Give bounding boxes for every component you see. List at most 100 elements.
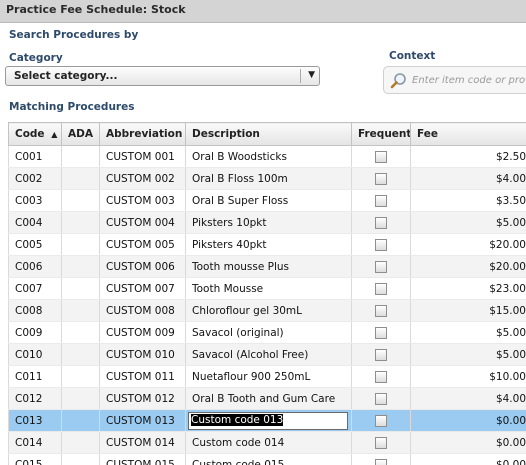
frequent-checkbox[interactable]	[375, 304, 387, 317]
cell-code[interactable]: C009	[8, 321, 62, 344]
column-header-abbreviation[interactable]: Abbreviation	[99, 122, 186, 146]
table-row[interactable]: C005 CUSTOM 005 Piksters 40pkt $20.00	[8, 233, 526, 256]
table-row[interactable]: C010 CUSTOM 010 Savacol (Alcohol Free) $5.0…	[8, 343, 526, 366]
cell-abbreviation[interactable]: CUSTOM 005	[99, 233, 186, 256]
cell-abbreviation[interactable]: CUSTOM 014	[99, 431, 186, 454]
frequent-checkbox[interactable]	[375, 436, 387, 449]
frequent-checkbox[interactable]	[375, 370, 387, 383]
cell-ada[interactable]	[61, 145, 100, 168]
cell-code[interactable]: C010	[8, 343, 62, 366]
frequent-checkbox[interactable]	[375, 150, 387, 163]
cell-frequent[interactable]	[351, 409, 411, 432]
frequent-checkbox[interactable]	[375, 348, 387, 361]
cell-abbreviation[interactable]: CUSTOM 011	[99, 365, 186, 388]
frequent-checkbox[interactable]	[375, 172, 387, 185]
table-row[interactable]: C014 CUSTOM 014 Custom code 014 $0.00	[8, 431, 526, 454]
cell-code[interactable]: C014	[8, 431, 62, 454]
table-row[interactable]: C006 CUSTOM 006 Tooth mousse Plus $20.00	[8, 255, 526, 278]
cell-description[interactable]: Chloroflour gel 30mL	[185, 299, 352, 322]
cell-abbreviation[interactable]: CUSTOM 007	[99, 277, 186, 300]
frequent-checkbox[interactable]	[375, 282, 387, 295]
cell-abbreviation[interactable]: CUSTOM 003	[99, 189, 186, 212]
context-search-input[interactable]	[412, 72, 526, 88]
frequent-checkbox[interactable]	[375, 260, 387, 273]
cell-code[interactable]: C003	[8, 189, 62, 212]
cell-ada[interactable]	[61, 255, 100, 278]
description-edit-field[interactable]: Custom code 013	[188, 411, 348, 430]
column-header-frequent[interactable]: Frequent	[351, 122, 411, 146]
column-header-description[interactable]: Description	[185, 122, 352, 146]
cell-frequent[interactable]	[351, 255, 411, 278]
table-row[interactable]: C007 CUSTOM 007 Tooth Mousse $23.00	[8, 277, 526, 300]
cell-description[interactable]: Piksters 40pkt	[185, 233, 352, 256]
cell-frequent[interactable]	[351, 299, 411, 322]
table-row[interactable]: C011 CUSTOM 011 Nuetaflour 900 250mL $10.00	[8, 365, 526, 388]
category-select[interactable]: Select category... ▼	[5, 66, 320, 86]
cell-fee[interactable]: $2.50	[410, 145, 526, 168]
cell-frequent[interactable]	[351, 453, 411, 465]
cell-frequent[interactable]	[351, 431, 411, 454]
table-row[interactable]: C001 CUSTOM 001 Oral B Woodsticks $2.50	[8, 145, 526, 168]
cell-code[interactable]: C012	[8, 387, 62, 410]
cell-frequent[interactable]	[351, 343, 411, 366]
frequent-checkbox[interactable]	[375, 392, 387, 405]
frequent-checkbox[interactable]	[375, 238, 387, 251]
cell-ada[interactable]	[61, 211, 100, 234]
cell-frequent[interactable]	[351, 365, 411, 388]
cell-fee[interactable]: $0.00	[410, 409, 526, 432]
cell-fee[interactable]: $3.50	[410, 189, 526, 212]
cell-abbreviation[interactable]: CUSTOM 004	[99, 211, 186, 234]
cell-ada[interactable]	[61, 365, 100, 388]
cell-ada[interactable]	[61, 189, 100, 212]
cell-fee[interactable]: $15.00	[410, 299, 526, 322]
cell-frequent[interactable]	[351, 145, 411, 168]
cell-fee[interactable]: $4.00	[410, 167, 526, 190]
table-row[interactable]: C002 CUSTOM 002 Oral B Floss 100m $4.00	[8, 167, 526, 190]
cell-description[interactable]: Oral B Super Floss	[185, 189, 352, 212]
cell-abbreviation[interactable]: CUSTOM 013	[99, 409, 186, 432]
column-header-code[interactable]: Code ▲	[8, 122, 62, 146]
cell-description[interactable]: Tooth mousse Plus	[185, 255, 352, 278]
cell-description[interactable]: Piksters 10pkt	[185, 211, 352, 234]
cell-frequent[interactable]	[351, 189, 411, 212]
cell-ada[interactable]	[61, 277, 100, 300]
cell-fee[interactable]: $5.00	[410, 211, 526, 234]
cell-abbreviation[interactable]: CUSTOM 015	[99, 453, 186, 465]
frequent-checkbox[interactable]	[375, 458, 387, 465]
cell-description[interactable]: Oral B Tooth and Gum Care	[185, 387, 352, 410]
column-header-fee[interactable]: Fee	[410, 122, 526, 146]
cell-frequent[interactable]	[351, 277, 411, 300]
cell-abbreviation[interactable]: CUSTOM 001	[99, 145, 186, 168]
cell-description[interactable]: Nuetaflour 900 250mL	[185, 365, 352, 388]
cell-description[interactable]: Savacol (original)	[185, 321, 352, 344]
cell-frequent[interactable]	[351, 321, 411, 344]
cell-abbreviation[interactable]: CUSTOM 009	[99, 321, 186, 344]
cell-code[interactable]: C008	[8, 299, 62, 322]
cell-code[interactable]: C002	[8, 167, 62, 190]
cell-abbreviation[interactable]: CUSTOM 006	[99, 255, 186, 278]
cell-fee[interactable]: $0.00	[410, 453, 526, 465]
cell-ada[interactable]	[61, 387, 100, 410]
table-row[interactable]: C012 CUSTOM 012 Oral B Tooth and Gum Care $…	[8, 387, 526, 410]
table-row[interactable]: C003 CUSTOM 003 Oral B Super Floss $3.50	[8, 189, 526, 212]
cell-ada[interactable]	[61, 167, 100, 190]
cell-abbreviation[interactable]: CUSTOM 002	[99, 167, 186, 190]
cell-fee[interactable]: $4.00	[410, 387, 526, 410]
cell-code[interactable]: C006	[8, 255, 62, 278]
context-search-box[interactable]	[383, 66, 526, 94]
cell-ada[interactable]	[61, 431, 100, 454]
cell-code[interactable]: C015	[8, 453, 62, 465]
table-row[interactable]: C009 CUSTOM 009 Savacol (original) $5.00	[8, 321, 526, 344]
cell-fee[interactable]: $20.00	[410, 233, 526, 256]
cell-ada[interactable]	[61, 343, 100, 366]
cell-description[interactable]: Custom code 014	[185, 431, 352, 454]
cell-abbreviation[interactable]: CUSTOM 008	[99, 299, 186, 322]
cell-description[interactable]: Oral B Woodsticks	[185, 145, 352, 168]
cell-ada[interactable]	[61, 299, 100, 322]
cell-fee[interactable]: $10.00	[410, 365, 526, 388]
frequent-checkbox[interactable]	[375, 414, 387, 427]
cell-description[interactable]: Custom code 015	[185, 453, 352, 465]
table-row[interactable]: C015 CUSTOM 015 Custom code 015 $0.00	[8, 453, 526, 465]
cell-code[interactable]: C013	[8, 409, 62, 432]
cell-fee[interactable]: $20.00	[410, 255, 526, 278]
